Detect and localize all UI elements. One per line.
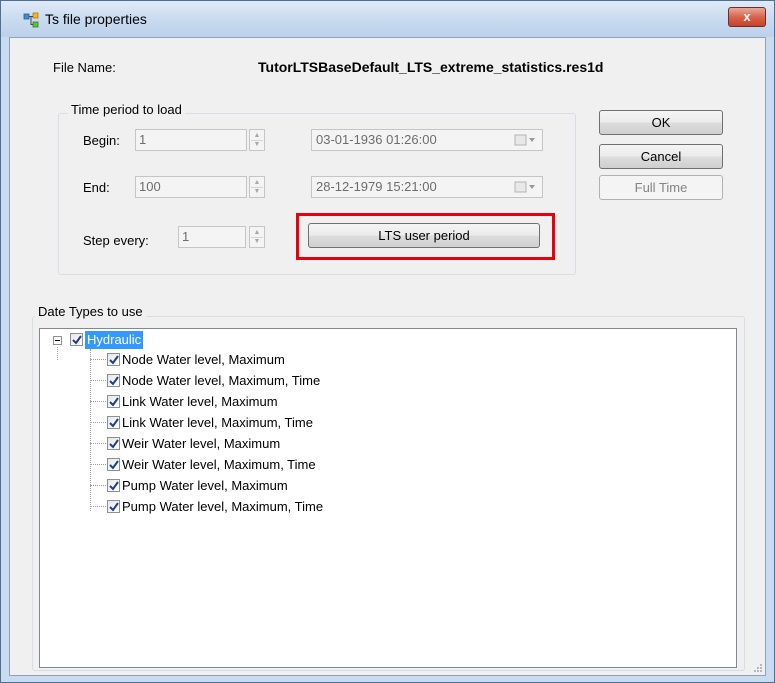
spinner-down-icon[interactable]: ▼ [251,140,263,149]
close-icon: x [743,9,751,24]
cancel-button[interactable]: Cancel [599,144,723,169]
checkbox[interactable] [107,437,120,450]
checkbox[interactable] [107,416,120,429]
begin-label: Begin: [83,133,120,148]
tree-item-label: Pump Water level, Maximum [122,478,288,493]
calendar-dropdown-icon[interactable] [514,134,536,146]
full-time-button[interactable]: Full Time [599,175,723,200]
tree-item-label: Node Water level, Maximum [122,352,285,367]
begin-date-picker[interactable]: 03-01-1936 01:26:00 [311,129,543,151]
checkmark-icon [109,460,119,470]
file-name-value: TutorLTSBaseDefault_LTS_extreme_statisti… [258,59,604,75]
tree-item[interactable]: Pump Water level, Maximum [40,476,360,496]
collapse-minus-icon[interactable] [53,336,62,345]
checkmark-icon [109,502,119,512]
title-bar[interactable]: Ts file properties x [1,1,774,37]
checkmark-icon [109,355,119,365]
tree-item-label: Pump Water level, Maximum, Time [122,499,324,514]
end-spinner[interactable]: ▲ ▼ [249,176,265,198]
checkbox[interactable] [107,395,120,408]
checkmark-icon [109,418,119,428]
tree-item-label: Weir Water level, Maximum [122,436,281,451]
begin-date-value: 03-01-1936 01:26:00 [316,132,437,147]
resize-grip-icon[interactable] [753,663,763,673]
checkbox[interactable] [107,500,120,513]
data-types-group-title: Date Types to use [35,304,146,319]
window-title: Ts file properties [45,11,147,27]
checkmark-icon [109,481,119,491]
begin-spinner[interactable]: ▲ ▼ [249,129,265,151]
tree-item[interactable]: Weir Water level, Maximum, Time [40,455,360,475]
step-spinner[interactable]: ▲ ▼ [249,226,265,248]
checkbox[interactable] [107,353,120,366]
close-button[interactable]: x [728,7,766,27]
checkmark-icon [109,439,119,449]
end-date-value: 28-12-1979 15:21:00 [316,179,437,194]
tree-label-hydraulic: Hydraulic [85,331,144,349]
checkmark-icon [109,397,119,407]
tree-item-label: Node Water level, Maximum, Time [122,373,321,388]
tree-item[interactable]: Node Water level, Maximum [40,350,360,370]
tree-item-label: Weir Water level, Maximum, Time [122,457,316,472]
tree-item-label: Link Water level, Maximum, Time [122,415,313,430]
step-input[interactable]: 1 [178,226,246,248]
tree-item[interactable]: Pump Water level, Maximum, Time [40,497,360,517]
tree-item-label: Link Water level, Maximum [122,394,278,409]
tree-item[interactable]: Node Water level, Maximum, Time [40,371,360,391]
end-input[interactable]: 100 [135,176,247,198]
tree-item[interactable]: Link Water level, Maximum, Time [40,413,360,433]
checkbox[interactable] [107,458,120,471]
data-types-tree[interactable]: Hydraulic Node Water level, Maximum Node… [39,328,737,668]
end-date-picker[interactable]: 28-12-1979 15:21:00 [311,176,543,198]
dialog-client-area: File Name: TutorLTSBaseDefault_LTS_extre… [9,37,766,676]
ok-button[interactable]: OK [599,110,723,135]
tree-nodes-icon [23,12,39,28]
checkbox[interactable] [107,479,120,492]
spinner-down-icon[interactable]: ▼ [251,187,263,196]
checkmark-icon [109,376,119,386]
step-label: Step every: [83,233,149,248]
dialog-window: Ts file properties x File Name: TutorLTS… [0,0,775,683]
end-label: End: [83,180,110,195]
begin-input[interactable]: 1 [135,129,247,151]
time-period-group-title: Time period to load [68,102,185,117]
checkbox-hydraulic[interactable] [70,333,83,346]
tree-item[interactable]: Link Water level, Maximum [40,392,360,412]
tree-node-hydraulic[interactable]: Hydraulic [40,330,340,350]
calendar-dropdown-icon[interactable] [514,181,536,193]
file-name-label: File Name: [53,60,116,75]
lts-user-period-button[interactable]: LTS user period [308,223,540,248]
checkbox[interactable] [107,374,120,387]
tree-item[interactable]: Weir Water level, Maximum [40,434,360,454]
spinner-down-icon[interactable]: ▼ [251,237,263,246]
checkmark-icon [72,335,82,345]
